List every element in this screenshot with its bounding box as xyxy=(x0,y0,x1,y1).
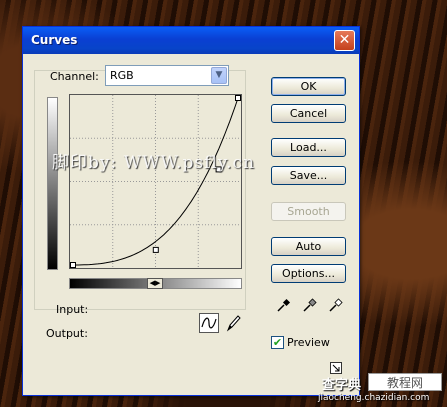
pencil-tool-button[interactable] xyxy=(224,313,242,333)
gray-eyedropper-icon[interactable] xyxy=(302,297,318,313)
expand-icon[interactable] xyxy=(330,362,342,374)
watermark-bottom-text: 查字典 xyxy=(322,378,362,393)
gradient-toggle-button[interactable]: ◀▶ xyxy=(147,278,163,289)
watermark-bottom-box: 教程网 xyxy=(368,373,442,391)
preview-checkbox[interactable]: ✔ xyxy=(271,336,284,349)
black-eyedropper-icon[interactable] xyxy=(276,297,292,313)
curve-node-0[interactable] xyxy=(70,262,76,268)
channel-select[interactable]: RGB ▼ xyxy=(105,65,229,86)
curve-graph[interactable] xyxy=(69,94,242,269)
cancel-button[interactable]: Cancel xyxy=(271,104,346,123)
dialog-title: Curves xyxy=(31,33,78,47)
output-label: Output: xyxy=(46,327,88,340)
curve-tool-icon xyxy=(201,317,217,329)
load-button[interactable]: Load... xyxy=(271,138,346,157)
options-button[interactable]: Options... xyxy=(271,264,346,283)
close-icon: ✕ xyxy=(338,32,351,48)
curve-node-3[interactable] xyxy=(235,95,241,101)
watermark-left: 脚印by: WWW.psfly.cn xyxy=(52,153,256,173)
arrows-icon: ◀▶ xyxy=(149,279,161,287)
expand-arrow-icon xyxy=(332,364,340,372)
channel-value: RGB xyxy=(110,69,134,82)
channel-label: Channel: xyxy=(50,70,99,83)
smooth-button[interactable]: Smooth xyxy=(271,202,346,221)
title-bar[interactable]: Curves ✕ xyxy=(23,27,359,54)
input-gradient-bar xyxy=(47,97,58,270)
watermark-bottom-url: jiaocheng.chazidian.com xyxy=(318,393,430,403)
curve-node-1[interactable] xyxy=(152,246,159,253)
close-button[interactable]: ✕ xyxy=(334,30,355,51)
input-label: Input: xyxy=(56,303,89,316)
auto-button[interactable]: Auto xyxy=(271,237,346,256)
curves-dialog: Curves ✕ Channel: RGB ▼ ◀▶ Input: Output… xyxy=(22,26,360,396)
check-icon: ✔ xyxy=(272,336,283,349)
white-eyedropper-icon[interactable] xyxy=(328,297,344,313)
curve-tool-button[interactable] xyxy=(199,313,219,333)
pencil-icon xyxy=(226,315,241,332)
preview-label: Preview xyxy=(287,336,330,349)
ok-button[interactable]: OK xyxy=(271,77,346,96)
chevron-down-icon[interactable]: ▼ xyxy=(211,67,227,84)
save-button[interactable]: Save... xyxy=(271,166,346,185)
